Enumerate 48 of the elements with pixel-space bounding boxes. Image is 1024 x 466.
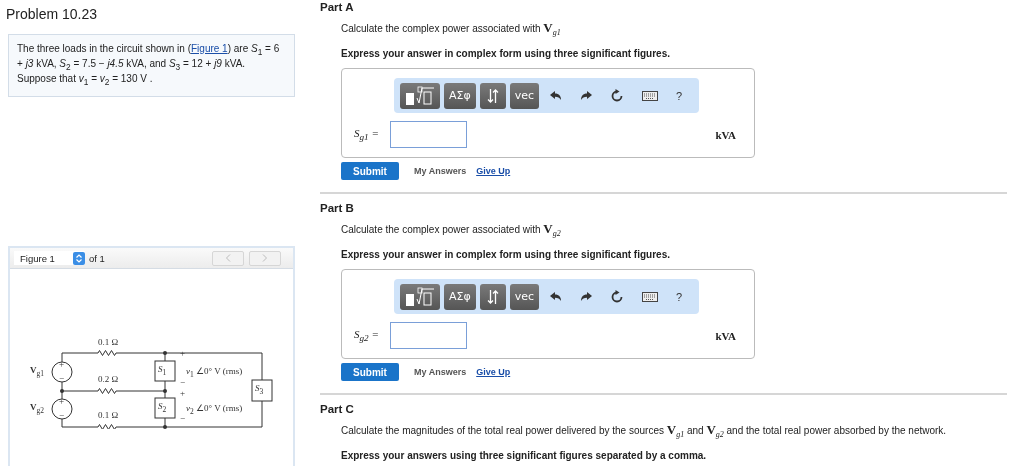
figure-count: of 1 xyxy=(89,252,105,264)
figure-link[interactable]: Figure 1 xyxy=(191,43,228,54)
give-up-link[interactable]: Give Up xyxy=(476,166,511,176)
polarity-sign: − xyxy=(59,373,65,383)
my-answers-link[interactable]: My Answers xyxy=(414,367,467,377)
question-instruction: Express your answers using three significant figures separated by a comma. xyxy=(341,449,708,463)
unit-label: kVA xyxy=(715,128,736,141)
question-prompt: Calculate the complex power associated with V$_{g1}$ xyxy=(341,20,562,39)
load-label: S$_{2}$ xyxy=(158,401,167,415)
polarity-sign: + xyxy=(59,396,65,406)
resistor-label: 0.1 Ω xyxy=(98,337,119,347)
submit-button[interactable]: Submit xyxy=(341,363,399,381)
source-label: V$_{g1}$ xyxy=(30,365,44,379)
problem-statement: The three loads in the circuit shown in (Figure 1) are S$_{1}$ = 6 + j3 kVA, S$_{2}$ = 7.5 − j4.5 kVA, and S$_{3}$ = 12 + j9 kVA. Suppose that v$_{1}$ = v$_{2}$ = 130 V . xyxy=(17,43,281,88)
help-button[interactable]: ? xyxy=(669,290,690,303)
problem-title: Problem 10.23 xyxy=(6,6,99,22)
question-prompt: Calculate the magnitudes of the total real power delivered by the sources V$_{g1}$ and V$_{g2}$ and the total real power absorbed by the network. xyxy=(341,422,948,441)
submit-button[interactable]: Submit xyxy=(341,162,399,180)
unit-label: kVA xyxy=(715,329,736,342)
give-up-link[interactable]: Give Up xyxy=(476,367,511,377)
voltage-label: v$_{1}$ ∠0° V (rms) xyxy=(186,366,243,380)
polarity-sign: + xyxy=(180,348,186,358)
vector-button[interactable]: vec xyxy=(509,283,540,310)
resistor-label: 0.1 Ω xyxy=(98,410,119,420)
polarity-sign: + xyxy=(59,359,65,369)
voltage-label: v$_{2}$ ∠0° V (rms) xyxy=(186,403,243,417)
question-prompt: Calculate the complex power associated with V$_{g2}$ xyxy=(341,221,562,240)
polarity-sign: − xyxy=(59,410,65,420)
part-title: Part A xyxy=(320,0,355,14)
resistor-label: 0.2 Ω xyxy=(98,374,119,384)
symbols-button[interactable]: ΑΣφ xyxy=(444,283,476,310)
answer-label: S$_{g2}$ = xyxy=(354,327,380,344)
polarity-sign: − xyxy=(180,413,186,423)
my-answers-link[interactable]: My Answers xyxy=(414,166,467,176)
symbols-button[interactable]: ΑΣφ xyxy=(444,82,476,109)
polarity-sign: − xyxy=(180,377,186,387)
vector-button[interactable]: vec xyxy=(509,82,540,109)
load-label: S$_{3}$ xyxy=(255,383,264,397)
question-instruction: Express your answer in complex form using three significant figures. xyxy=(341,248,671,262)
part-title: Part C xyxy=(320,402,355,416)
help-button[interactable]: ? xyxy=(669,89,690,102)
figure-select[interactable]: Figure 1 xyxy=(14,251,85,265)
source-label: V$_{g2}$ xyxy=(30,402,44,416)
answer-label: S$_{g1}$ = xyxy=(354,126,380,143)
question-instruction: Express your answer in complex form using three significant figures. xyxy=(341,47,671,61)
polarity-sign: + xyxy=(180,388,186,398)
part-title: Part B xyxy=(320,201,355,215)
load-label: S$_{1}$ xyxy=(158,364,167,378)
